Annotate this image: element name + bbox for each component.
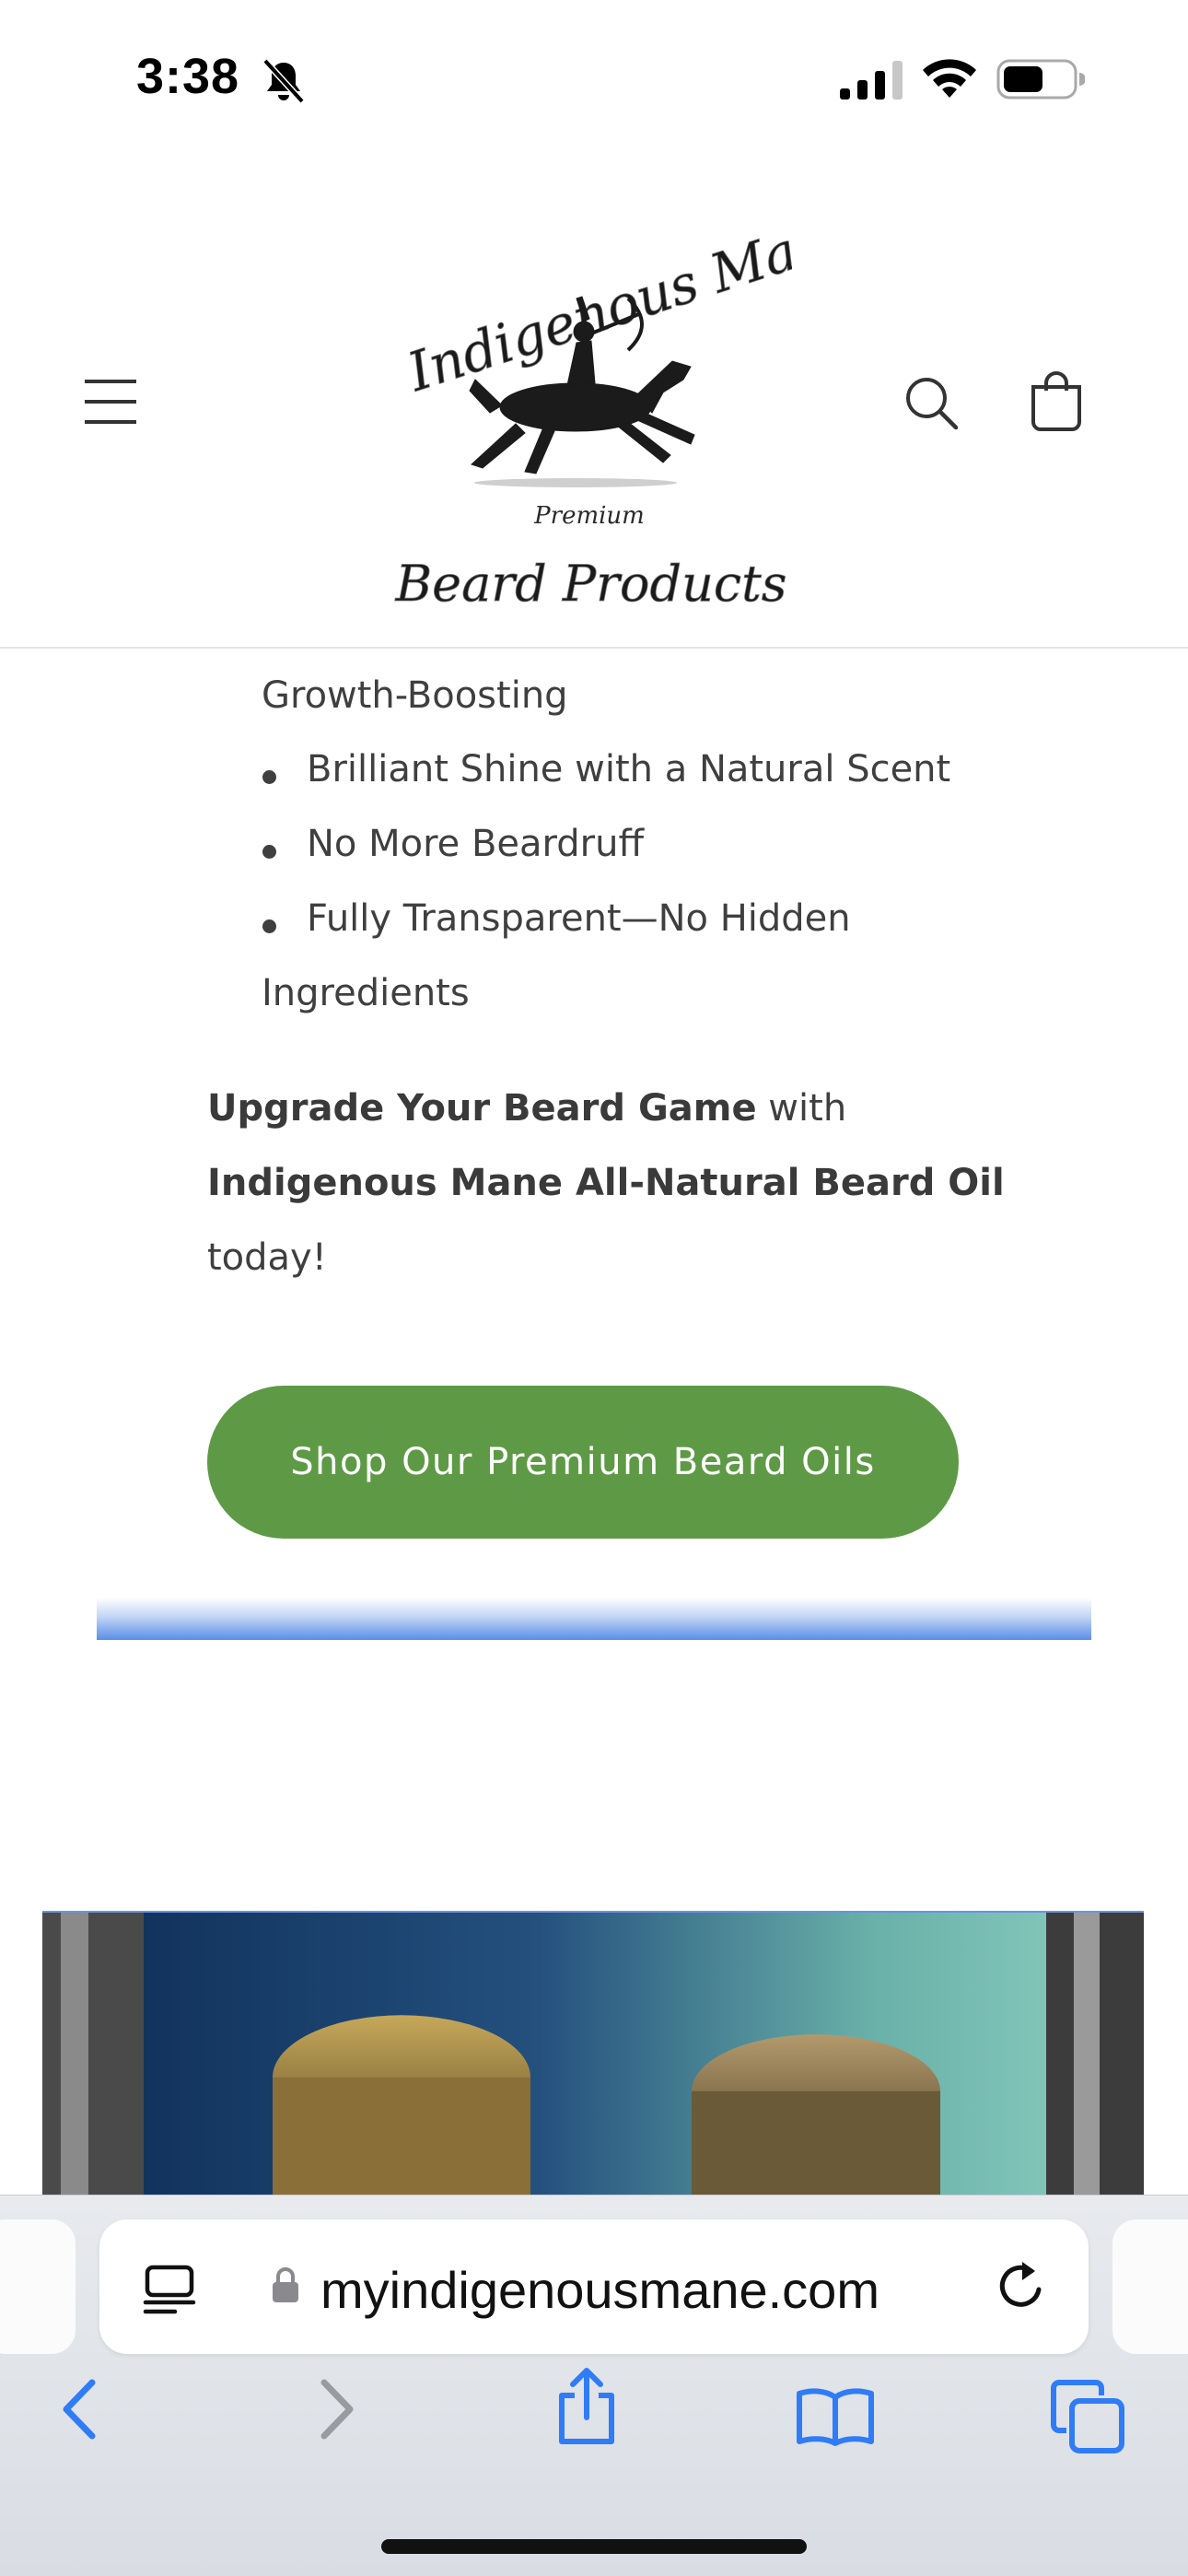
benefit-item-shine: Brilliant Shine with a Natural Scent	[307, 748, 951, 790]
benefit-item-beardruff: No More Beardruff	[307, 823, 645, 865]
search-icon[interactable]	[903, 374, 960, 431]
wifi-icon	[923, 59, 976, 98]
brand-logo[interactable]: Indigenous Mane Premium Beard Products	[387, 195, 792, 628]
signal-icon	[840, 61, 903, 100]
reload-icon[interactable]	[995, 2258, 1050, 2315]
page-content: Growth-Boosting Brilliant Shine with a N…	[0, 650, 1188, 2195]
logo-premium: Premium	[533, 502, 645, 530]
site-header: Indigenous Mane Premium Beard Products	[0, 157, 1188, 649]
logo-subtitle: Beard Products	[394, 555, 786, 613]
reader-icon[interactable]	[142, 2260, 197, 2315]
url-text[interactable]: myindigenousmane.com	[320, 2260, 879, 2320]
menu-icon[interactable]	[81, 374, 140, 429]
shop-beard-oils-button[interactable]: Shop Our Premium Beard Oils	[207, 1386, 959, 1539]
closing-line-3: today!	[207, 1236, 327, 1279]
bullet-dot	[262, 919, 276, 933]
address-bar[interactable]: myindigenousmane.com	[99, 2219, 1089, 2354]
bullet-dot	[262, 770, 276, 784]
back-icon[interactable]	[59, 2377, 99, 2441]
section-divider	[97, 1598, 1091, 1640]
list-continuation: Growth-Boosting	[262, 674, 568, 717]
lock-icon	[273, 2267, 298, 2302]
battery-icon	[996, 59, 1085, 100]
bell-slash-icon	[262, 58, 305, 104]
benefit-item-transparent: Fully Transparent—No Hidden	[307, 897, 851, 940]
previous-tab-preview[interactable]	[0, 2219, 76, 2354]
home-indicator[interactable]	[381, 2539, 807, 2554]
closing-line-1: Upgrade Your Beard Game with	[207, 1087, 846, 1130]
share-icon[interactable]	[554, 2366, 619, 2447]
closing-rest-1: with	[756, 1087, 847, 1130]
status-bar: 3:38	[0, 0, 1188, 157]
tabs-icon[interactable]	[1050, 2379, 1125, 2454]
bullet-dot	[262, 845, 276, 859]
bookmarks-icon[interactable]	[796, 2386, 875, 2447]
closing-line-2: Indigenous Mane All-Natural Beard Oil	[207, 1162, 1005, 1204]
clipped-text-line	[262, 650, 274, 656]
forward-icon[interactable]	[317, 2377, 357, 2441]
benefit-item-transparent-cont: Ingredients	[262, 972, 470, 1014]
closing-bold-1: Upgrade Your Beard Game	[207, 1087, 757, 1130]
logo-title: Indigenous Mane	[400, 199, 792, 404]
next-tab-preview[interactable]	[1112, 2219, 1188, 2354]
status-time: 3:38	[136, 49, 240, 104]
product-image	[42, 1911, 1144, 2195]
cart-icon[interactable]	[1028, 370, 1085, 431]
